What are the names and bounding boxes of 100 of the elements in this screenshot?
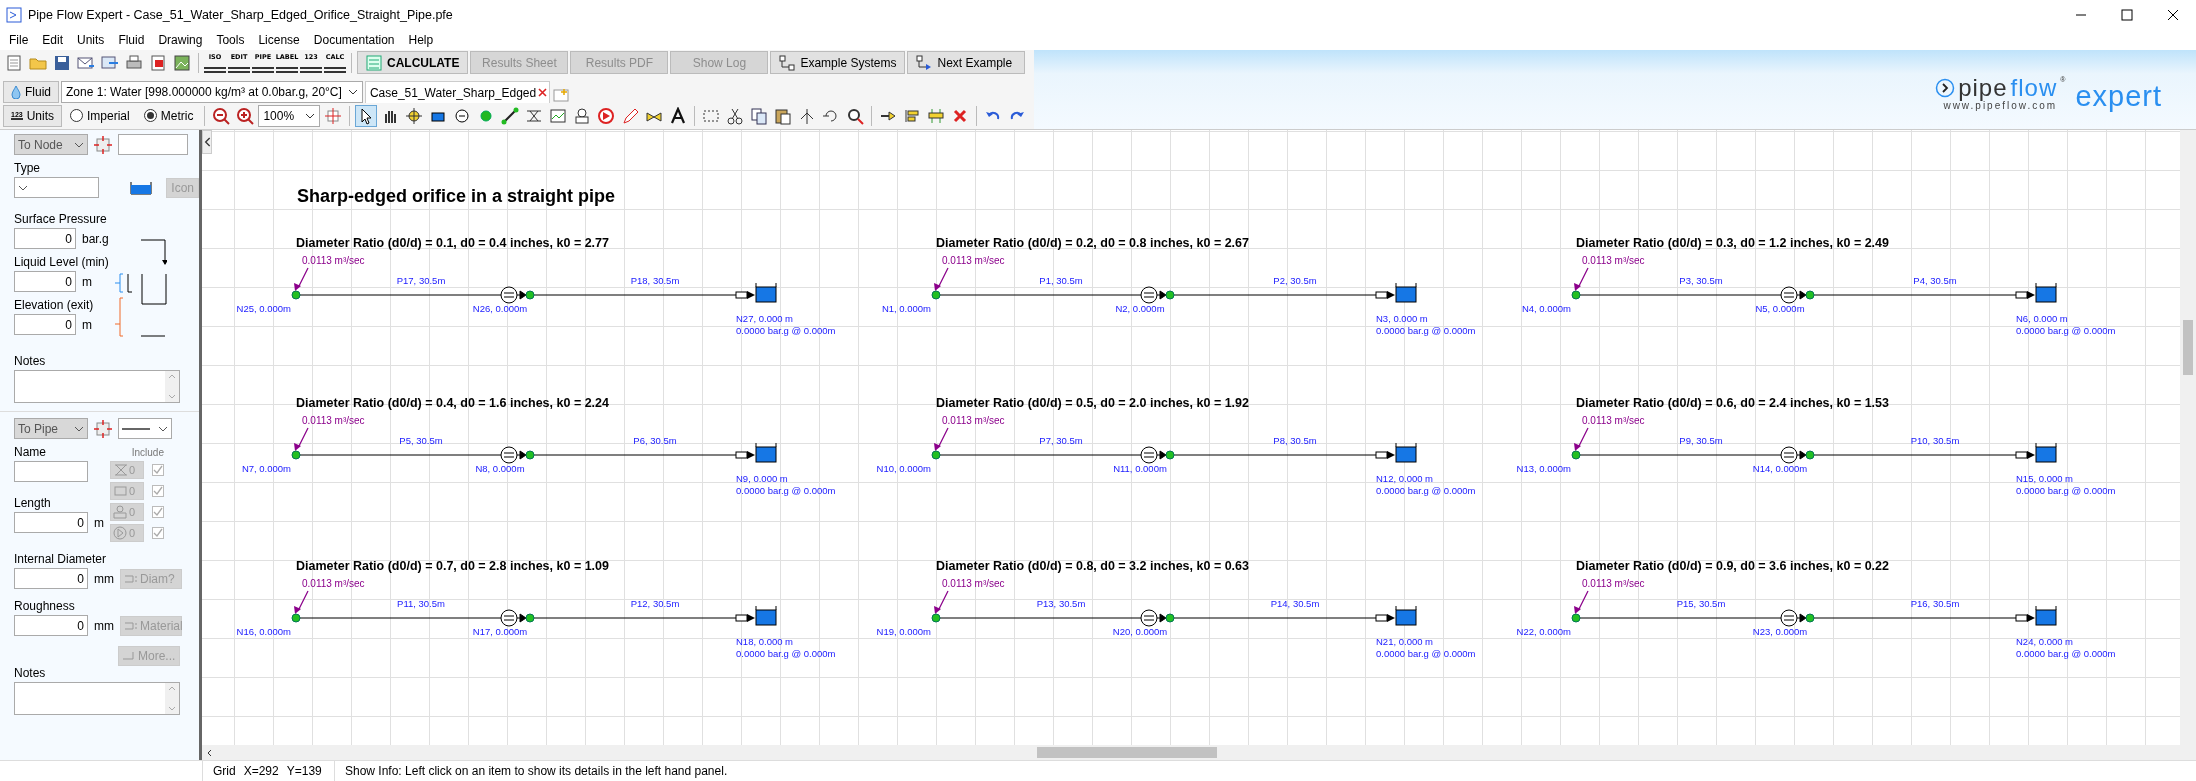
save-icon[interactable]: [53, 53, 71, 72]
field-label: Length: [14, 496, 52, 510]
tank-icon: [1375, 605, 1417, 626]
system-title: Diameter Ratio (d0/d) = 0.9, d0 = 3.6 inches, k0 = 0.22: [1576, 559, 1889, 573]
system-title: Diameter Ratio (d0/d) = 0.3, d0 = 1.2 inches, k0 = 2.49: [1576, 236, 1889, 250]
roughness-field[interactable]: 0: [14, 615, 88, 636]
unit-label: m: [82, 317, 92, 332]
zone-dropdown[interactable]: Zone 1: Water [998.000000 kg/m³ at 0.0bar.g, 20°C]: [61, 81, 363, 103]
zoom-in-icon[interactable]: [236, 106, 255, 125]
flow-label: 0.0113 m³/sec: [302, 415, 365, 426]
radio-label[interactable]: Imperial: [87, 108, 130, 123]
menu-item[interactable]: Edit: [35, 33, 71, 47]
dropdown[interactable]: To Pipe: [14, 418, 88, 439]
pipe-label: P3, 30.5m: [1679, 275, 1723, 286]
meter-icon[interactable]: [453, 106, 472, 125]
pipe-label: P16, 30.5m: [1910, 598, 1960, 609]
maximize-icon[interactable]: [2121, 9, 2133, 21]
pipe-label: P14, 30.5m: [1270, 598, 1320, 609]
length-field[interactable]: 0: [14, 512, 88, 533]
locate-icon[interactable]: [94, 135, 112, 154]
checkbox[interactable]: [152, 527, 164, 539]
crosshair-icon[interactable]: [324, 106, 343, 125]
bracket-icon: [123, 652, 135, 660]
search-field[interactable]: [118, 134, 188, 155]
vertical-scrollbar[interactable]: [2180, 130, 2196, 745]
field-label: Surface Pressure: [14, 212, 108, 226]
magnifier-icon[interactable]: [846, 106, 865, 125]
text-field[interactable]: 0: [14, 271, 76, 292]
logo-url: www.pipeflow.com: [1943, 100, 2058, 111]
toolbar-button[interactable]: Example Systems: [770, 51, 906, 74]
checkbox[interactable]: [152, 485, 164, 497]
field-label: Notes: [14, 354, 47, 368]
menu-item[interactable]: Drawing: [151, 33, 210, 47]
pencil-icon[interactable]: [621, 106, 640, 125]
close-icon[interactable]: [2167, 9, 2179, 21]
checkmark-icon: [153, 465, 163, 475]
toolbar-button[interactable]: CALCULATE: [357, 51, 469, 74]
pdf-icon[interactable]: [149, 53, 167, 72]
export-icon[interactable]: [101, 53, 119, 72]
zoom-out-icon[interactable]: [212, 106, 231, 125]
paste-icon[interactable]: [774, 106, 793, 125]
flow-arrow: [294, 427, 309, 451]
text-icon[interactable]: [669, 106, 688, 125]
logo-text: pipe: [1958, 76, 2008, 100]
logo-text: flow: [2010, 76, 2058, 100]
chevron-down-icon: [74, 425, 84, 432]
radio-label[interactable]: Metric: [160, 108, 194, 123]
image-icon[interactable]: [173, 53, 191, 72]
node-label: N16, 0.000m: [236, 626, 291, 637]
dropdown[interactable]: To Node: [14, 134, 88, 155]
calculator-icon: [366, 54, 382, 71]
node-label: N7, 0.000m: [241, 463, 291, 474]
scissors-icon[interactable]: [726, 106, 745, 125]
menu-item[interactable]: Fluid: [111, 33, 152, 47]
dropdown[interactable]: [118, 418, 172, 439]
zoom-dropdown[interactable]: 100%: [258, 104, 321, 127]
checkbox[interactable]: [152, 506, 164, 518]
distribute-icon[interactable]: [927, 106, 946, 125]
toolbar-button[interactable]: Next Example: [907, 51, 1026, 74]
menu-item[interactable]: Units: [70, 33, 112, 47]
pipe-label: P4, 30.5m: [1913, 275, 1957, 286]
pressure-label: 0.0000 bar.g @ 0.000m: [736, 325, 836, 336]
radio-button[interactable]: [143, 109, 157, 122]
diameter-field[interactable]: 0: [14, 568, 88, 589]
component-icon[interactable]: [573, 106, 592, 125]
copy-icon[interactable]: [750, 106, 769, 125]
notes-field[interactable]: [14, 682, 180, 715]
document-tab[interactable]: Case_51_Water_Sharp_Edged: [364, 81, 551, 103]
menu-item[interactable]: Help: [401, 33, 441, 47]
flow-label: 0.0113 m³/sec: [942, 415, 1005, 426]
orifice-meter-icon: [1140, 286, 1167, 304]
text-field[interactable]: 0: [14, 314, 76, 335]
checkbox[interactable]: [152, 464, 164, 476]
field-label: Internal Diameter: [14, 552, 108, 566]
node-dot: [931, 613, 941, 623]
locate-icon[interactable]: [94, 419, 112, 438]
menu-item[interactable]: License: [251, 33, 307, 47]
window-title: Pipe Flow Expert - Case_51_Water_Sharp_Edged_Orifice_Straight_Pipe.pfe: [28, 8, 454, 22]
text-field[interactable]: 0: [14, 228, 76, 249]
field-label: Name: [14, 445, 47, 459]
graph-icon[interactable]: [549, 106, 568, 125]
name-field[interactable]: [14, 461, 88, 482]
move-icon[interactable]: [405, 106, 424, 125]
system-title: Diameter Ratio (d0/d) = 0.8, d0 = 3.2 inches, k0 = 0.63: [936, 559, 1249, 573]
unit-label: m: [82, 274, 92, 289]
pipe-icon[interactable]: [501, 106, 520, 125]
field-label: Elevation (exit): [14, 298, 95, 312]
radio-button[interactable]: [70, 109, 84, 122]
field-label: Notes: [14, 666, 47, 680]
horizontal-scrollbar[interactable]: [202, 745, 2196, 760]
node-dot: [931, 290, 941, 300]
notes-field[interactable]: [14, 370, 180, 403]
menu-item[interactable]: Tools: [209, 33, 252, 47]
node-dot: [291, 290, 301, 300]
print-icon[interactable]: [125, 53, 143, 72]
fluid-button[interactable]: Fluid: [3, 81, 59, 103]
menu-item[interactable]: Documentation: [306, 33, 402, 47]
pump-icon[interactable]: [597, 106, 616, 125]
menu-item[interactable]: File: [2, 33, 36, 47]
include-label: Include: [131, 447, 164, 458]
